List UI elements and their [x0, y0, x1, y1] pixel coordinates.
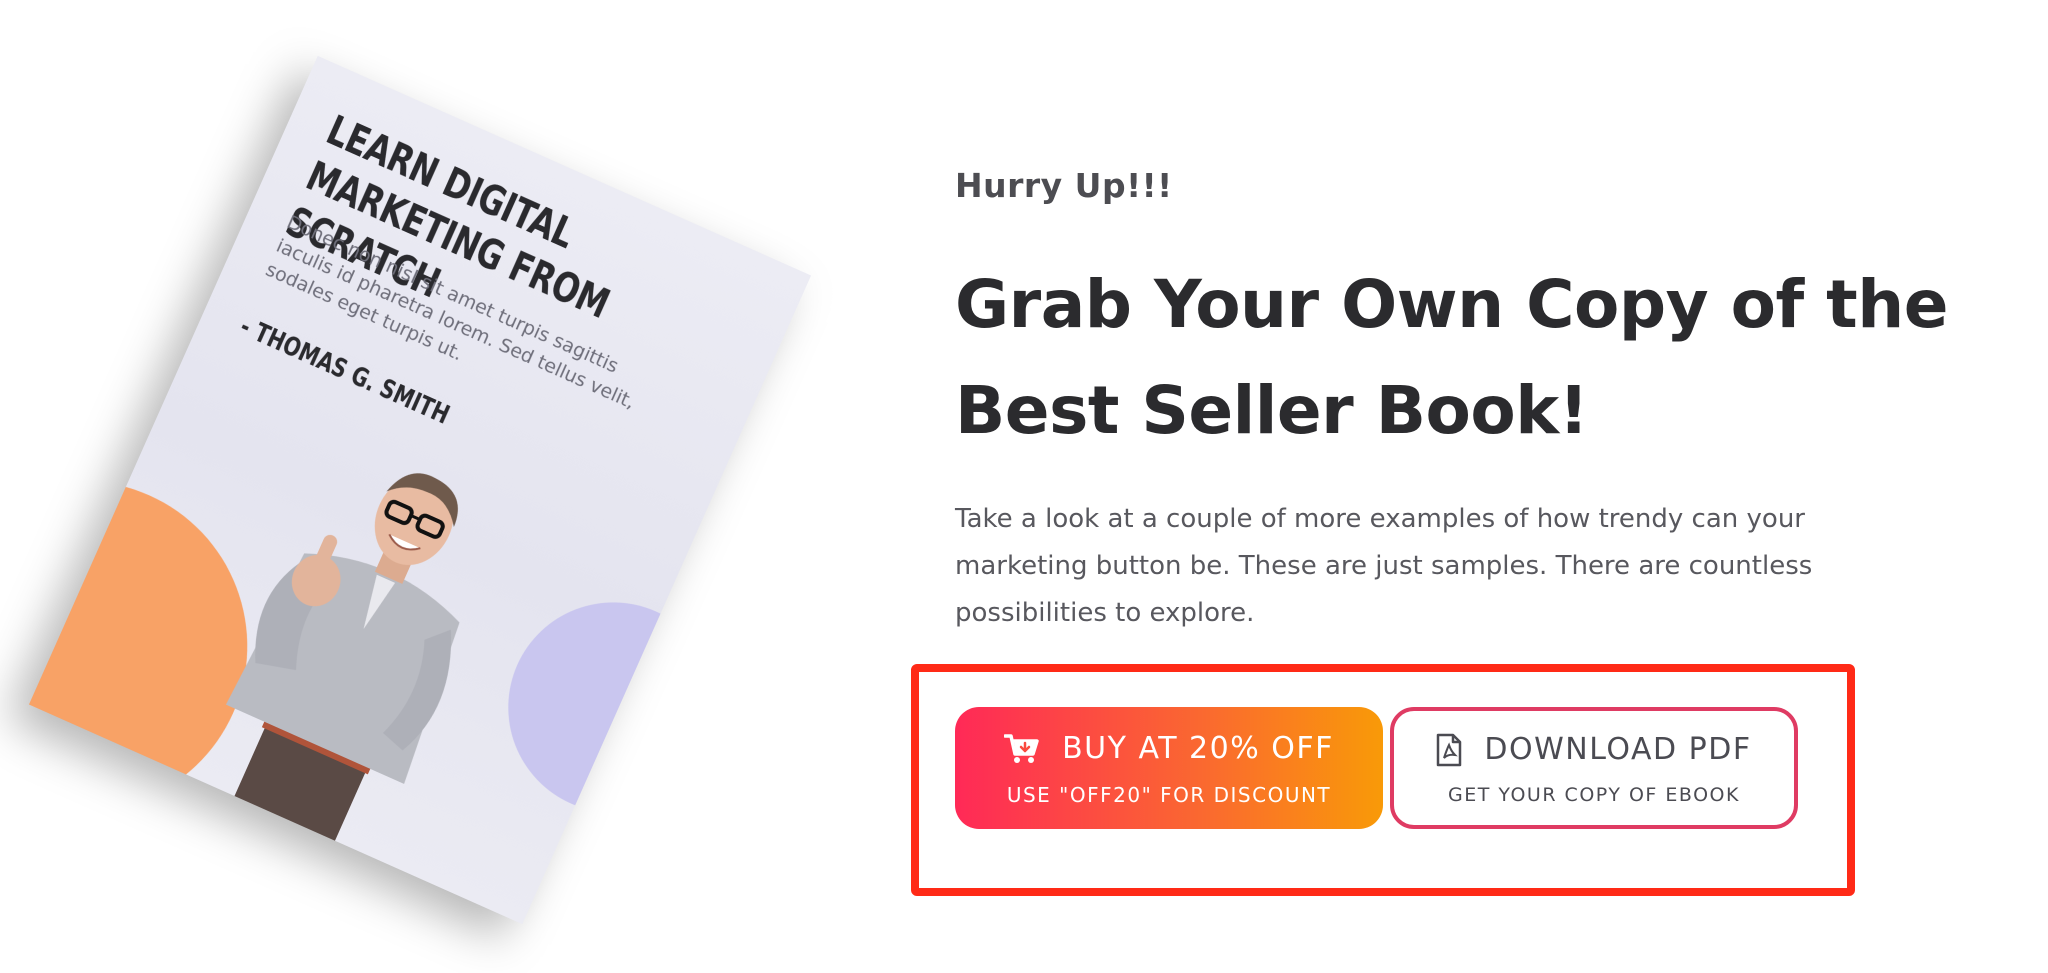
description-text: Take a look at a couple of more examples… [955, 504, 1813, 628]
buy-button-sublabel: USE "OFF20" FOR DISCOUNT [1006, 783, 1332, 807]
download-pdf-button[interactable]: DOWNLOAD PDF GET YOUR COPY OF EBOOK [1390, 707, 1798, 829]
book-cover: LEARN DIGITAL MARKETING FROM SCRATCH Don… [28, 55, 812, 925]
buy-discount-button[interactable]: BUY AT 20% OFF USE "OFF20" FOR DISCOUNT [955, 707, 1383, 829]
author-photo [225, 473, 460, 860]
download-button-label: DOWNLOAD PDF [1484, 732, 1752, 767]
buy-button-main: BUY AT 20% OFF [955, 731, 1383, 766]
buy-button-label: BUY AT 20% OFF [1062, 731, 1334, 766]
cart-icon [1004, 733, 1040, 765]
eyebrow-text: Hurry Up!!! [955, 166, 1173, 205]
pdf-icon [1436, 733, 1462, 767]
download-button-main: DOWNLOAD PDF [1394, 732, 1794, 767]
page-headline: Grab Your Own Copy of the Best Seller Bo… [955, 266, 1948, 449]
page: LEARN DIGITAL MARKETING FROM SCRATCH Don… [0, 0, 2048, 973]
book-cover-face: LEARN DIGITAL MARKETING FROM SCRATCH Don… [28, 55, 812, 925]
purple-circle-decoration [474, 568, 752, 847]
download-button-sublabel: GET YOUR COPY OF EBOOK [1448, 784, 1740, 806]
